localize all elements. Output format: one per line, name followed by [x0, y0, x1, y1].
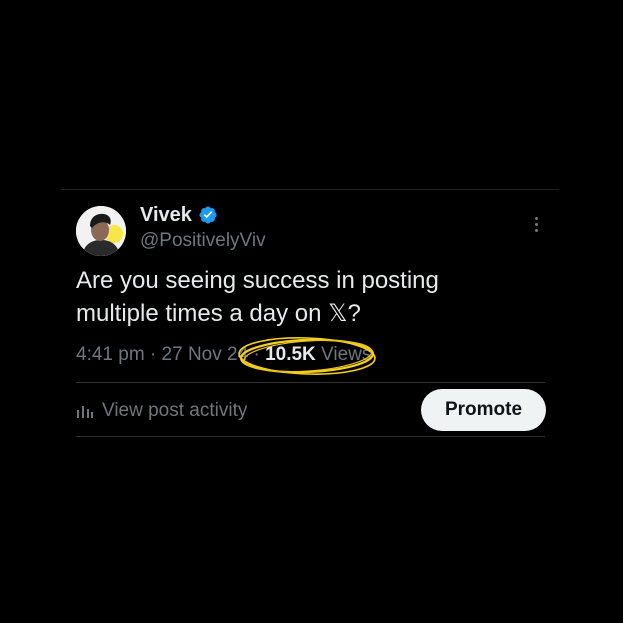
tweet-date[interactable]: 27 Nov 24	[162, 344, 249, 365]
bottom-divider	[76, 436, 545, 437]
name-row: Vivek	[140, 203, 218, 227]
display-name[interactable]: Vivek	[140, 203, 192, 227]
tweet-meta: 4:41 pm · 27 Nov 24 · 10.5K Views	[76, 341, 371, 369]
tweet-text: Are you seeing success in posting multip…	[76, 264, 536, 330]
top-divider	[61, 189, 559, 190]
tweet-text-line-1: Are you seeing success in posting	[76, 267, 439, 294]
tweet-text-line-2: multiple times a day on 𝕏?	[76, 300, 361, 327]
meta-separator: ·	[144, 344, 162, 365]
analytics-bars-icon	[77, 406, 93, 418]
view-post-activity-label: View post activity	[102, 400, 248, 421]
view-post-activity-link[interactable]: View post activity	[76, 397, 247, 425]
more-options-icon[interactable]	[526, 212, 546, 236]
promote-button[interactable]: Promote	[421, 389, 546, 431]
views-count: 10.5K	[265, 344, 316, 365]
avatar[interactable]	[76, 206, 126, 256]
verified-icon	[198, 205, 218, 225]
author-handle[interactable]: @PositivelyViv	[140, 229, 266, 253]
tweet-time[interactable]: 4:41 pm	[76, 344, 145, 365]
avatar-image	[76, 206, 126, 256]
views-label: Views	[315, 344, 372, 365]
meta-separator: ·	[248, 344, 266, 365]
mid-divider	[76, 382, 545, 383]
